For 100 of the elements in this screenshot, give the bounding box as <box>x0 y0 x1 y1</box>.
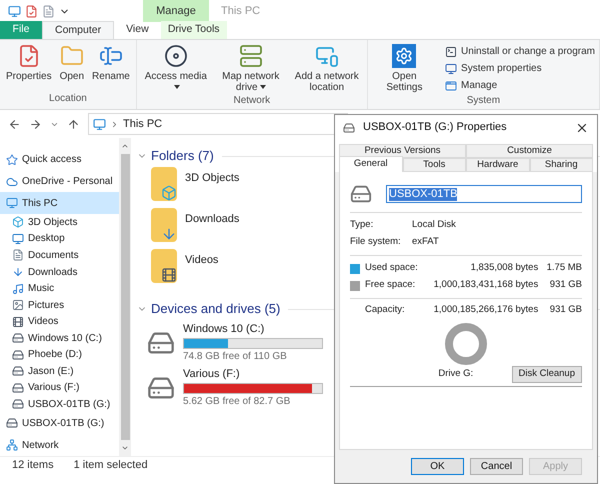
nav-item[interactable]: Jason (E:) <box>0 362 119 380</box>
ribbon-tab[interactable]: Computer <box>42 21 114 39</box>
ribbon-group-label: Network <box>232 94 272 108</box>
ribbon-button[interactable]: Map network drive <box>214 44 287 93</box>
program-icon <box>445 46 458 58</box>
info-label: File system: <box>350 235 402 250</box>
dialog-tab[interactable]: Hardware <box>466 158 530 172</box>
dialog-button[interactable]: OK <box>411 458 464 475</box>
checked-document-icon[interactable] <box>25 4 38 18</box>
nav-item[interactable]: 3D Objects <box>0 214 119 231</box>
ribbon-button[interactable]: Open Settings <box>372 44 438 93</box>
drive-free-space: 5.62 GB free of 82.7 GB <box>183 394 292 409</box>
nav-item[interactable]: Network <box>0 434 119 456</box>
drive-name[interactable]: Various (F:) <box>183 366 323 383</box>
drive-name-field[interactable]: USBOX-01TB <box>386 185 582 203</box>
address-field[interactable]: This PC <box>88 113 348 135</box>
dialog-tab[interactable]: Customize <box>466 144 593 158</box>
disk-cleanup-button[interactable]: Disk Cleanup <box>512 366 582 383</box>
nav-item[interactable]: OneDrive - Personal <box>0 170 119 192</box>
dialog-button[interactable]: Cancel <box>470 458 523 475</box>
space-label: Used space: <box>365 261 419 276</box>
ribbon-small-button[interactable]: Manage <box>445 78 595 93</box>
folder-name[interactable]: Videos <box>185 249 218 268</box>
scrollbar[interactable] <box>119 138 131 456</box>
back-icon[interactable] <box>8 118 21 130</box>
hard-drive-icon <box>12 348 24 361</box>
nav-item[interactable]: Phoebe (D:) <box>0 346 119 363</box>
ribbon-tab[interactable]: View <box>114 21 161 39</box>
nav-item[interactable]: USBOX-01TB (G:) <box>0 412 119 434</box>
scroll-down-icon[interactable] <box>121 444 129 452</box>
info-value: exFAT <box>412 235 439 250</box>
hard-drive-icon <box>6 417 18 430</box>
ribbon-button[interactable]: Open <box>58 44 86 82</box>
nav-item[interactable]: Downloads <box>0 264 119 280</box>
ribbon-group-label: Location <box>48 92 88 106</box>
dialog-tab[interactable]: Previous Versions <box>339 144 466 158</box>
folder-name[interactable]: Downloads <box>185 208 240 228</box>
section-heading: Devices and drives (5) <box>151 300 280 318</box>
nav-item[interactable]: Windows 10 (C:) <box>0 330 119 346</box>
folder-icon[interactable] <box>151 249 177 283</box>
ribbon-button[interactable]: Access media <box>140 44 211 93</box>
nav-item[interactable]: Various (F:) <box>0 379 119 396</box>
capacity-size: 931 GB <box>548 303 582 318</box>
dialog-tab[interactable]: General <box>339 156 402 172</box>
capacity-label: Capacity: <box>364 303 406 318</box>
forward-icon[interactable] <box>29 118 42 130</box>
nav-item[interactable]: Pictures <box>0 296 119 314</box>
server-icon <box>238 44 263 68</box>
nav-item[interactable]: Desktop <box>0 230 119 248</box>
monitor-icon <box>445 62 458 74</box>
hard-drive-icon <box>343 122 355 134</box>
ribbon-button[interactable]: Add a network location <box>290 44 363 93</box>
film-icon <box>161 267 177 283</box>
document-icon <box>12 249 24 262</box>
down-arrow-icon <box>12 266 24 278</box>
nav-item[interactable]: Music <box>0 280 119 297</box>
monitor-icon <box>12 232 24 245</box>
info-label: Type: <box>350 218 374 232</box>
up-icon[interactable] <box>67 118 80 130</box>
drive-free-space: 74.8 GB free of 110 GB <box>183 350 288 364</box>
ribbon-small-button[interactable]: Uninstall or change a program <box>445 44 595 59</box>
text-cursor-icon <box>98 44 123 68</box>
gear-icon <box>392 44 416 68</box>
hard-drive-icon <box>12 365 24 378</box>
status-text: 12 items <box>12 458 54 474</box>
nav-item[interactable]: Videos <box>0 313 119 330</box>
space-label: Free space: <box>365 278 416 292</box>
hard-drive-icon <box>350 183 372 205</box>
scroll-up-icon[interactable] <box>121 142 129 150</box>
info-value: Local Disk <box>412 218 456 232</box>
hard-drive-icon <box>12 382 24 394</box>
down-arrow-icon <box>161 226 177 242</box>
section-heading: Folders (7) <box>151 147 214 166</box>
nav-item[interactable]: This PC <box>0 192 119 214</box>
chevron-icon <box>110 120 119 128</box>
ribbon-tab[interactable]: Drive Tools <box>160 21 227 39</box>
monitor-icon[interactable] <box>8 4 21 18</box>
cube-icon <box>161 185 177 201</box>
ribbon-small-button[interactable]: System properties <box>445 61 595 76</box>
capacity-bytes: 1,000,185,266,176 bytes <box>432 303 538 318</box>
ribbon-button[interactable]: Properties <box>4 44 54 82</box>
nav-item[interactable]: Quick access <box>0 149 119 171</box>
dialog-tab[interactable]: Tools <box>402 158 466 172</box>
monitor-icon <box>6 197 18 210</box>
dialog-tab[interactable]: Sharing <box>530 158 593 172</box>
nav-item[interactable]: USBOX-01TB (G:) <box>0 396 119 413</box>
folder-icon[interactable] <box>151 208 177 242</box>
hard-drive-icon <box>12 332 24 344</box>
star-icon <box>6 154 18 166</box>
music-note-icon <box>12 282 24 295</box>
picture-icon <box>12 299 24 312</box>
nav-item[interactable]: Documents <box>0 247 119 264</box>
document-icon[interactable] <box>42 4 55 18</box>
drive-caption: Drive G: <box>437 367 474 382</box>
folder-name[interactable]: 3D Objects <box>185 167 240 186</box>
network-icon <box>6 439 18 452</box>
window-title: This PC <box>221 4 260 19</box>
drive-name[interactable]: Windows 10 (C:) <box>183 321 323 338</box>
window-icon <box>445 80 458 92</box>
ribbon-button[interactable]: Rename <box>90 44 132 82</box>
